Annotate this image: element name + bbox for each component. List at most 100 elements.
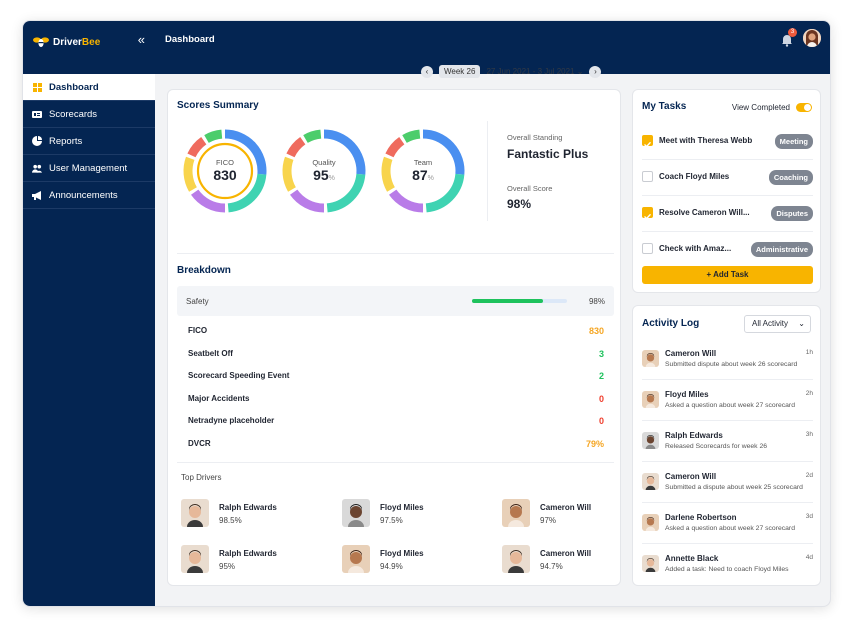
section-divider [177, 253, 614, 254]
standing-divider [487, 121, 488, 221]
activity-entry[interactable]: Cameron Will 1h Submitted dispute about we… [642, 346, 813, 382]
breakdown-value: 2 [598, 371, 604, 381]
activity-entry[interactable]: Ralph Edwards 3h Released Scorecards for w… [642, 428, 813, 464]
breakdown-label: Scorecard Speeding Event [188, 371, 290, 380]
activity-divider [642, 502, 813, 503]
section-divider [177, 462, 614, 463]
notifications-button[interactable]: 3 [780, 28, 797, 47]
team-donut: Team 87% [378, 126, 468, 216]
sidebar-item-label: Reports [49, 135, 83, 147]
activity-avatar [642, 432, 659, 449]
breakdown-value: 3 [598, 348, 604, 359]
task-item[interactable]: Resolve Cameron Will... Disputes [642, 204, 813, 222]
task-name: Meet with Theresa Webb [659, 136, 753, 145]
driver-avatar [502, 499, 530, 527]
sidebar-item-dashboard[interactable]: Dashboard [23, 74, 155, 101]
sidebar-item-label: Scorecards [49, 108, 98, 120]
task-name: Coach Floyd Miles [659, 172, 730, 181]
week-range-dropdown[interactable]: 27 Jun 2021 - 3 Jul 2021 ⌄ [486, 67, 583, 76]
brand-logo[interactable]: DriverBee [33, 31, 100, 53]
activity-entry[interactable]: Floyd Miles 2h Asked a question about week… [642, 387, 813, 423]
previous-week-button[interactable]: ‹ [421, 65, 433, 78]
task-tag: Disputes [771, 206, 813, 221]
activity-time: 2d [805, 472, 813, 479]
donut-value-suffix: % [427, 175, 434, 182]
activity-entry[interactable]: Annette Black 4d Added a task: Need to coa… [642, 551, 813, 587]
overall-standing-value: Fantastic Plus [507, 147, 589, 161]
task-item[interactable]: Check with Amaz... Administrative [642, 240, 813, 258]
breakdown-label: DVCR [188, 438, 211, 448]
dashboard-grid-icon [32, 82, 42, 92]
activity-entry[interactable]: Cameron Will 2d Submitted a dispute about … [642, 469, 813, 505]
donut-label: Team [413, 158, 433, 167]
donut-value-suffix: % [328, 175, 335, 182]
task-checkbox[interactable] [642, 207, 653, 220]
activity-time: 3h [805, 431, 813, 438]
task-tag: Meeting [774, 134, 813, 149]
activity-description: Asked a question about week 27 scorecard [665, 402, 795, 409]
donut-segment [187, 137, 207, 158]
task-checkbox[interactable] [642, 171, 653, 182]
my-tasks-card: My Tasks View Completed Meet with Theres… [632, 89, 821, 293]
driver-name: Ralph Edwards [219, 503, 277, 512]
team-donut-center: Team 87% [378, 158, 468, 183]
breakdown-row: Seatbelt Off 3 [188, 349, 604, 363]
quality-donut-center: Quality 95% [279, 158, 369, 183]
sidebar-nav: Dashboard Scorecards Reports User Manage… [23, 74, 155, 209]
driver-card[interactable]: Ralph Edwards 98.5% [181, 499, 311, 529]
activity-name: Cameron Will [665, 472, 717, 481]
donut-segment [303, 129, 322, 143]
activity-description: Added a task: Need to coach Floyd Miles [665, 566, 789, 573]
donut-value-number: 95 [313, 167, 329, 183]
activity-name: Darlene Robertson [665, 513, 737, 522]
collapse-sidebar-button[interactable]: « [138, 33, 145, 47]
driver-card[interactable]: Cameron Will 97% [502, 499, 632, 529]
driver-card[interactable]: Cameron Will 94.7% [502, 545, 632, 575]
donut-segment [290, 189, 325, 213]
task-checkbox[interactable] [642, 135, 653, 148]
driver-name: Cameron Will [540, 549, 592, 558]
activity-description: Submitted dispute about week 26 scorecar… [665, 361, 798, 368]
chevron-down-icon: ⌄ [576, 67, 584, 76]
driver-card[interactable]: Ralph Edwards 95% [181, 545, 311, 575]
my-tasks-title: My Tasks [642, 101, 687, 112]
sidebar-item-user-management[interactable]: User Management [23, 155, 155, 182]
sidebar-item-reports[interactable]: Reports [23, 128, 155, 155]
task-divider [642, 195, 813, 196]
activity-name: Annette Black [665, 554, 719, 563]
activity-name: Cameron Will [665, 349, 717, 358]
driver-avatar [181, 499, 209, 527]
overall-standing-label: Overall Standing [507, 133, 563, 142]
driver-card[interactable]: Floyd Miles 94.9% [342, 545, 472, 575]
view-completed-toggle[interactable] [796, 103, 812, 112]
megaphone-icon [32, 190, 42, 200]
breakdown-value: 0 [598, 416, 604, 426]
donut-segment [204, 129, 223, 143]
breakdown-label: Major Accidents [188, 393, 250, 403]
activity-divider [642, 420, 813, 421]
activity-entry[interactable]: Darlene Robertson 3d Asked a question abou… [642, 510, 813, 546]
activity-filter-select[interactable]: All Activity ⌄ [744, 315, 811, 333]
add-task-button[interactable]: + Add Task [642, 266, 813, 284]
app-window: DriverBee « Dashboard Scorecards Reports… [22, 20, 831, 607]
user-avatar[interactable] [803, 29, 821, 47]
page-title: Dashboard [165, 34, 215, 45]
task-item[interactable]: Coach Floyd Miles Coaching [642, 168, 813, 186]
sidebar-item-scorecards[interactable]: Scorecards [23, 101, 155, 128]
checkmark-icon [644, 213, 652, 220]
breakdown-row: Netradyne placeholder 0 [188, 416, 604, 430]
task-item[interactable]: Meet with Theresa Webb Meeting [642, 132, 813, 150]
driver-card[interactable]: Floyd Miles 97.5% [342, 499, 472, 529]
activity-divider [642, 461, 813, 462]
fico-donut-center: FICO 830 [180, 158, 270, 183]
activity-description: Released Scorecards for week 26 [665, 443, 768, 450]
sidebar-item-announcements[interactable]: Announcements [23, 182, 155, 209]
safety-row[interactable]: Safety 98% [177, 286, 614, 316]
next-week-button[interactable]: › [589, 65, 602, 78]
bee-logo-icon [33, 37, 49, 47]
week-range: 27 Jun 2021 - 3 Jul 2021 [486, 67, 575, 76]
task-checkbox[interactable] [642, 243, 653, 254]
driver-score: 94.7% [540, 562, 563, 571]
safety-percent: 98% [588, 297, 605, 306]
pie-chart-icon [32, 136, 42, 146]
